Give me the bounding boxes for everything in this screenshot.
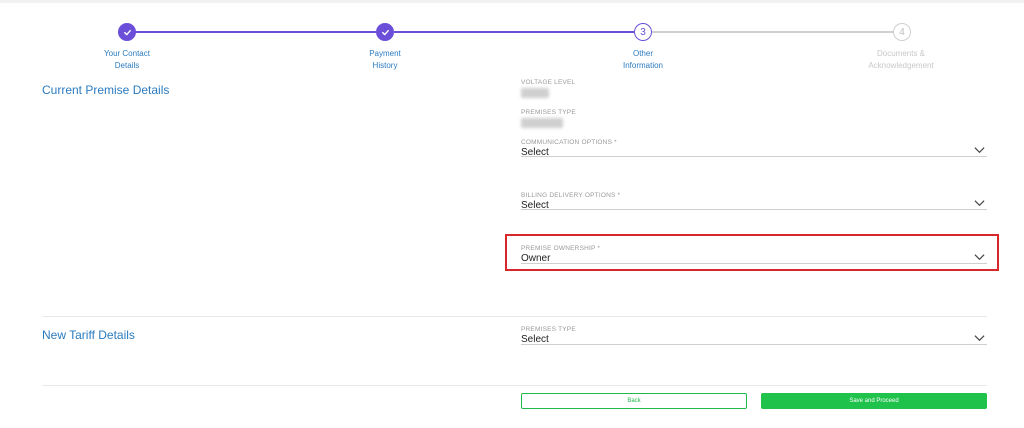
progress-stepper: 3 4 Your Contact Details Payment History… bbox=[0, 0, 1024, 80]
step-1-label[interactable]: Your Contact Details bbox=[72, 48, 182, 72]
stepper-connector-1 bbox=[127, 31, 376, 33]
billing-delivery-select[interactable]: BILLING DELIVERY OPTIONS * Select bbox=[521, 192, 987, 211]
premise-ownership-label: PREMISE OWNERSHIP * bbox=[521, 245, 601, 252]
field-underline bbox=[521, 344, 987, 345]
tariff-premises-type-select[interactable]: PREMISES TYPE Select bbox=[521, 326, 987, 345]
step-1-label-line1: Your Contact bbox=[104, 49, 150, 58]
communication-options-label: COMMUNICATION OPTIONS * bbox=[521, 139, 617, 146]
step-1-check-icon[interactable] bbox=[118, 23, 136, 41]
step-3-label-line2: Information bbox=[622, 61, 664, 70]
field-underline bbox=[521, 209, 987, 210]
current-premise-title: Current Premise Details bbox=[42, 83, 170, 97]
premises-type-value-redacted bbox=[521, 118, 563, 128]
step-4-label: Documents & Acknowledgement bbox=[846, 48, 956, 72]
step-3-label[interactable]: Other Information bbox=[588, 48, 698, 72]
step-3-number[interactable]: 3 bbox=[634, 23, 652, 41]
billing-delivery-label: BILLING DELIVERY OPTIONS * bbox=[521, 192, 621, 199]
step-3-label-line1: Other bbox=[632, 49, 653, 58]
communication-options-select[interactable]: COMMUNICATION OPTIONS * Select bbox=[521, 139, 987, 158]
step-2-label-line1: Payment bbox=[369, 49, 401, 58]
field-underline bbox=[521, 156, 987, 157]
step-4-label-line1: Documents & bbox=[876, 49, 926, 58]
chevron-down-icon bbox=[974, 147, 985, 154]
voltage-level-value-redacted bbox=[521, 88, 549, 98]
step-2-label[interactable]: Payment History bbox=[330, 48, 440, 72]
section-divider bbox=[42, 316, 987, 317]
step-4-number: 4 bbox=[893, 23, 911, 41]
chevron-down-icon bbox=[974, 254, 985, 261]
step-1-label-line2: Details bbox=[114, 61, 140, 70]
save-and-proceed-button[interactable]: Save and Proceed bbox=[761, 393, 987, 409]
tariff-premises-type-label: PREMISES TYPE bbox=[521, 326, 576, 333]
stepper-connector-2 bbox=[394, 31, 634, 33]
back-button[interactable]: Back bbox=[521, 393, 747, 409]
step-2-label-line2: History bbox=[372, 61, 398, 70]
premises-type-label: PREMISES TYPE bbox=[521, 109, 576, 116]
new-tariff-title: New Tariff Details bbox=[42, 328, 135, 342]
step-4-label-line2: Acknowledgement bbox=[868, 61, 934, 70]
chevron-down-icon bbox=[974, 335, 985, 342]
chevron-down-icon bbox=[974, 200, 985, 207]
section-divider bbox=[42, 385, 987, 386]
premise-ownership-select[interactable]: PREMISE OWNERSHIP * Owner bbox=[521, 245, 987, 264]
step-2-check-icon[interactable] bbox=[376, 23, 394, 41]
field-underline bbox=[521, 263, 987, 264]
stepper-connector-3 bbox=[652, 31, 893, 33]
voltage-level-label: VOLTAGE LEVEL bbox=[521, 79, 576, 86]
